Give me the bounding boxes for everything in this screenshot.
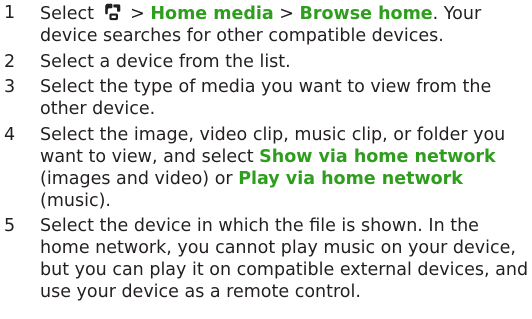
step-number: 5 (4, 216, 16, 237)
option-show-via-home-network: Show via home network (259, 146, 496, 167)
step-text: Select the device in which the file is s… (40, 216, 529, 303)
step-text: Select a device from the list. (40, 51, 291, 72)
option-play-via-home-network: Play via home network (238, 168, 463, 189)
step-text: (images and video) or (40, 168, 233, 189)
menu-key-icon (104, 3, 120, 21)
step-item: 2 Select a device from the list. (0, 51, 532, 73)
step-number: 3 (4, 77, 16, 98)
step-item: 1 Select > Home media > Browse home. You… (0, 2, 532, 47)
step-text: Select the type of media you want to vie… (40, 77, 492, 120)
document-page: 1 Select > Home media > Browse home. You… (0, 0, 532, 319)
step-item: 3 Select the type of media you want to v… (0, 76, 532, 120)
step-item: 4 Select the image, video clip, music cl… (0, 124, 532, 212)
step-text: Select (40, 4, 94, 24)
step-number: 1 (4, 3, 16, 23)
step-text: (music). (40, 190, 111, 211)
menu-path-browse-home: Browse home (299, 4, 433, 24)
menu-separator: > (279, 4, 294, 24)
steps-list: 1 Select > Home media > Browse home. You… (0, 2, 532, 303)
step-number: 4 (4, 124, 16, 145)
step-item: 5 Select the device in which the file is… (0, 215, 532, 303)
menu-path-home-media: Home media (150, 4, 274, 24)
menu-separator: > (130, 4, 145, 24)
step-number: 2 (4, 51, 16, 72)
